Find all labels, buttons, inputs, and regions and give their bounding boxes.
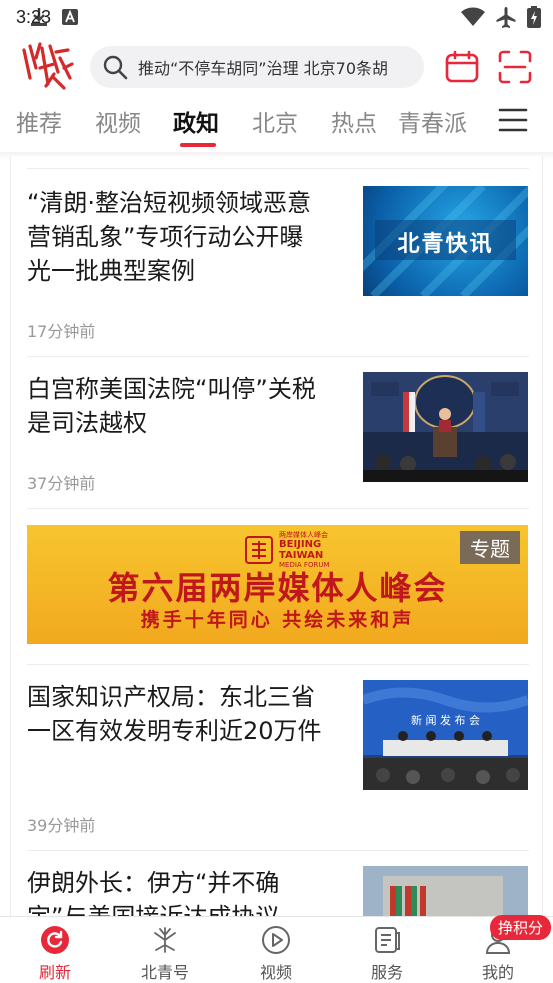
- nav-label: 视频: [259, 963, 292, 982]
- news-thumbnail[interactable]: [363, 372, 528, 482]
- bottom-navigation: 刷新 北青号 视频 服务 我的: [0, 916, 553, 983]
- document-icon: [375, 927, 400, 953]
- scan-icon[interactable]: [497, 49, 533, 85]
- emblem-en1: BEIJING: [279, 539, 322, 550]
- divider: [27, 664, 529, 665]
- search-placeholder: 推动“不停车胡同”治理 北京70条胡: [138, 59, 389, 78]
- divider: [27, 356, 529, 357]
- airplane-icon: [496, 7, 516, 28]
- nav-label: 服务: [370, 963, 403, 982]
- tab-recommend[interactable]: 推荐: [16, 104, 62, 138]
- news-time: 39分钟前: [27, 816, 96, 835]
- banner-title: 第六届两岸媒体人峰会: [107, 569, 448, 607]
- nav-label: 北青号: [140, 963, 189, 982]
- press-briefing-image: [363, 372, 528, 482]
- nav-beiqing-hao[interactable]: 北青号: [120, 917, 210, 983]
- news-thumbnail[interactable]: 新 闻 发 布 会: [363, 680, 528, 790]
- status-bar: 3:23: [0, 0, 553, 34]
- nav-label: 刷新: [38, 963, 71, 982]
- news-time: 37分钟前: [27, 474, 96, 493]
- category-tabs: 推荐 视频 政知 北京 热点 青春派: [0, 100, 553, 152]
- points-badge[interactable]: 挣积分: [490, 915, 552, 940]
- app-logo[interactable]: [20, 38, 74, 92]
- flower-icon: [154, 927, 176, 953]
- status-time: 3:23: [16, 6, 52, 27]
- emblem-en2: TAIWAN: [279, 550, 324, 561]
- news-title[interactable]: 伊朗外长：伊方“并不确定”与美国接近达成协议: [27, 866, 327, 916]
- tab-video[interactable]: 视频: [95, 104, 141, 138]
- header: 推动“不停车胡同”治理 北京70条胡: [0, 34, 553, 100]
- nav-video[interactable]: 视频: [231, 917, 321, 983]
- divider: [27, 508, 529, 509]
- tab-politics[interactable]: 政知: [173, 104, 219, 138]
- tab-hot[interactable]: 热点: [331, 104, 377, 138]
- refresh-icon: [41, 926, 69, 954]
- search-icon: [103, 55, 128, 80]
- tab-beijing[interactable]: 北京: [252, 104, 298, 138]
- nav-label: 我的: [481, 963, 514, 982]
- banner-subtitle: 携手十年同心 共绘未来和声: [140, 609, 415, 631]
- thumbnail-caption: 新 闻 发 布 会: [411, 714, 480, 727]
- tab-youth[interactable]: 青春派: [398, 104, 467, 138]
- battery-icon: [527, 6, 541, 28]
- calendar-icon[interactable]: [444, 49, 480, 85]
- search-bar[interactable]: 推动“不停车胡同”治理 北京70条胡: [90, 46, 424, 88]
- active-tab-indicator: [180, 143, 216, 147]
- news-title[interactable]: 国家知识产权局：东北三省一区有效发明专利近20万件: [27, 680, 327, 748]
- topic-banner[interactable]: 两岸媒体人峰会 BEIJING TAIWAN MEDIA FORUM 专题 第六…: [27, 525, 528, 644]
- building-image: [363, 866, 528, 916]
- news-title[interactable]: “清朗·整治短视频领域恶意营销乱象”专项行动公开曝光一批典型案例: [27, 186, 327, 288]
- emblem-cn: 两岸媒体人峰会: [279, 531, 328, 539]
- nav-refresh[interactable]: 刷新: [10, 917, 100, 983]
- press-conference-image: [363, 680, 528, 790]
- font-icon: [62, 9, 78, 25]
- news-title[interactable]: 白宫称美国法院“叫停”关税是司法越权: [27, 372, 327, 440]
- news-feed[interactable]: “清朗·整治短视频领域恶意营销乱象”专项行动公开曝光一批典型案例 17分钟前 北…: [10, 156, 543, 916]
- divider: [27, 850, 529, 851]
- thumbnail-caption: 北青快讯: [397, 232, 494, 257]
- nav-services[interactable]: 服务: [342, 917, 432, 983]
- emblem-icon: [245, 536, 273, 564]
- topic-tag: 专题: [460, 531, 520, 564]
- wifi-icon: [461, 7, 485, 26]
- divider: [27, 168, 529, 169]
- news-thumbnail[interactable]: [363, 866, 528, 916]
- menu-icon[interactable]: [498, 105, 528, 135]
- news-time: 17分钟前: [27, 322, 96, 341]
- play-icon: [262, 926, 290, 954]
- news-thumbnail[interactable]: 北青快讯: [363, 186, 528, 296]
